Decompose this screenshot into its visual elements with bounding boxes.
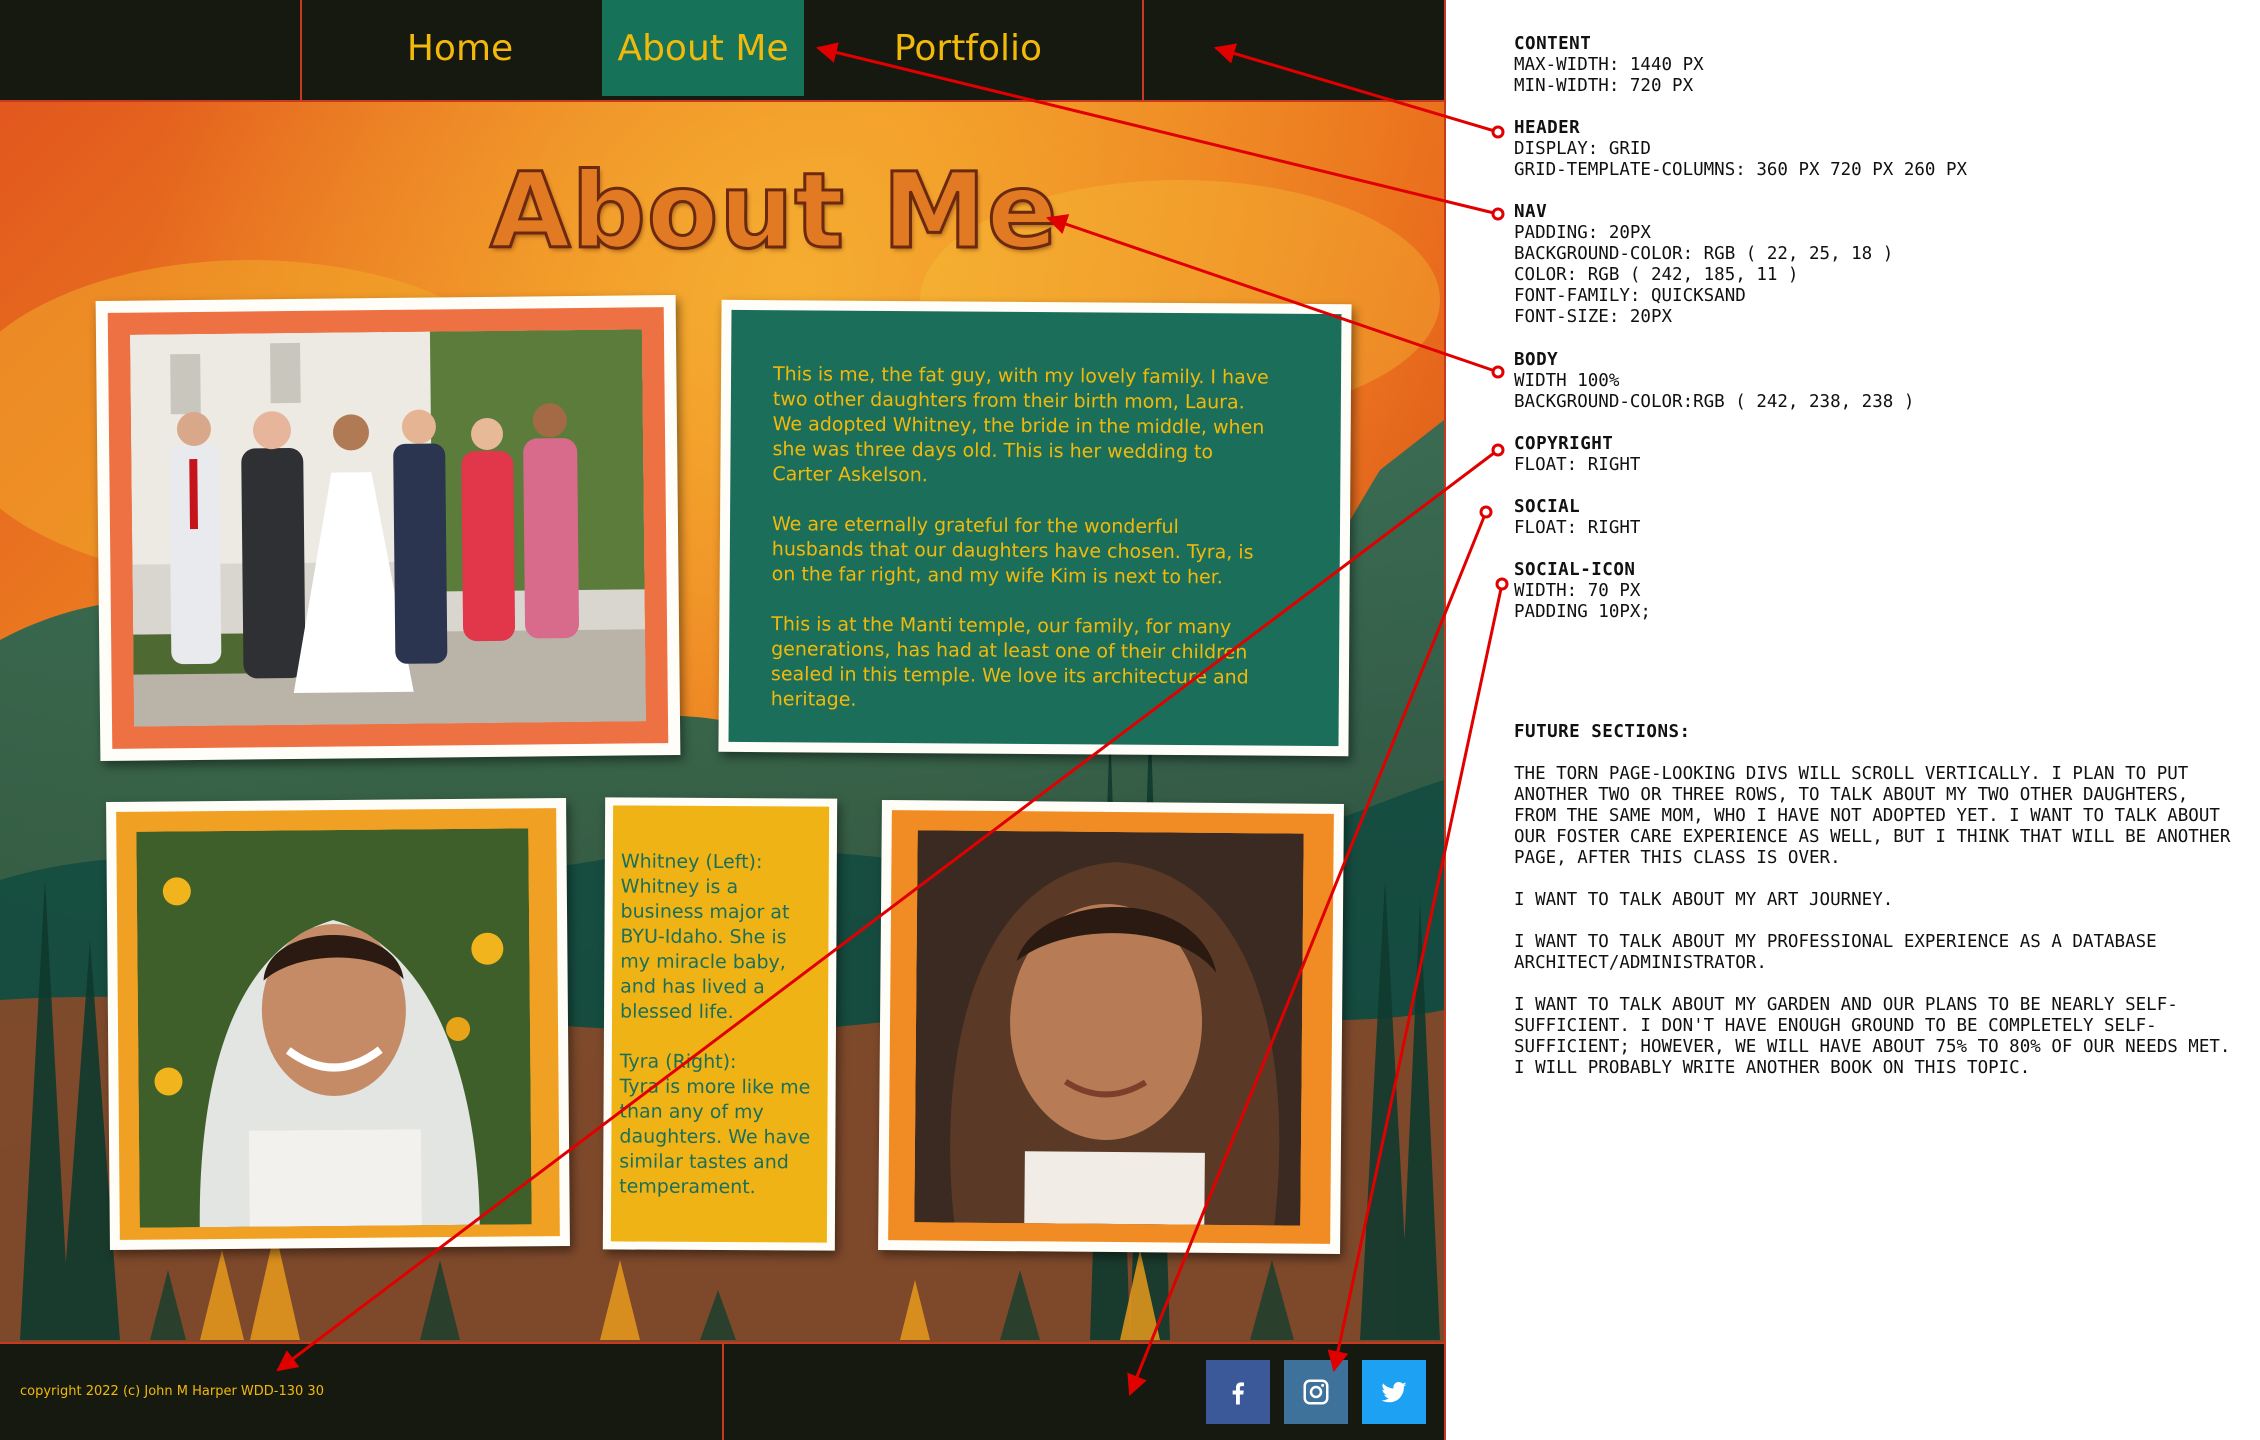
note-line: float: right [1514, 455, 1641, 475]
header-left-cell [0, 0, 302, 100]
about-paragraph-1: This is me, the fat guy, with my lovely … [772, 363, 1269, 487]
note-line: display: grid [1514, 139, 1651, 159]
note-body: Body width 100% background-color:rgb ( 2… [1514, 350, 1914, 413]
note-line: width: 70 px [1514, 581, 1641, 601]
whitney-heading: Whitney (Left): [620, 850, 763, 874]
whitney-description: Whitney is a business major at BYU-Idaho… [620, 875, 790, 1024]
whitney-photo [136, 828, 532, 1228]
site-mockup: Home About Me Portfolio About Me This is… [0, 0, 1446, 1440]
note-line: background-color: rgb ( 22, 25, 18 ) [1514, 244, 1894, 264]
note-body-title: Body [1514, 350, 1559, 370]
future-paragraph-2: I want to talk about my art journey. [1514, 890, 1894, 910]
note-line: background-color:rgb ( 242, 238, 238 ) [1514, 392, 1915, 412]
note-copyright: Copyright float: right [1514, 434, 1640, 476]
tyra-photo [914, 830, 1304, 1226]
twitter-icon[interactable] [1362, 1360, 1426, 1424]
facebook-icon[interactable] [1206, 1360, 1270, 1424]
daughters-text-card: Whitney (Left): Whitney is a business ma… [602, 797, 838, 1251]
note-social-icon: Social-icon width: 70 px padding 10px; [1514, 560, 1651, 623]
nav-home[interactable]: Home [360, 0, 560, 96]
note-header-title: Header [1514, 118, 1581, 138]
note-social-icon-title: Social-icon [1514, 560, 1636, 580]
arrow-dot [1495, 577, 1509, 591]
note-line: font-size: 20px [1514, 307, 1673, 327]
note-line: color: rgb ( 242, 185, 11 ) [1514, 265, 1799, 285]
nav-about-me[interactable]: About Me [602, 0, 804, 96]
about-text-card: This is me, the fat guy, with my lovely … [718, 299, 1352, 757]
note-line: padding 10px; [1514, 602, 1651, 622]
note-content: Content max-width: 1440 px min-width: 72… [1514, 34, 1704, 97]
note-nav-title: Nav [1514, 202, 1548, 222]
copyright: copyright 2022 (c) John M Harper WDD-130… [20, 1384, 324, 1399]
about-paragraph-2: We are eternally grateful for the wonder… [771, 513, 1254, 589]
daughters-text: Whitney (Left): Whitney is a business ma… [619, 849, 821, 1200]
instagram-icon[interactable] [1284, 1360, 1348, 1424]
future-paragraph-1: The torn page-looking divs will scroll v… [1514, 764, 2231, 868]
note-line: width 100% [1514, 371, 1620, 391]
family-photo [129, 329, 647, 727]
note-social-title: Social [1514, 497, 1581, 517]
tyra-description: Tyra is more like me than any of my daug… [619, 1075, 811, 1199]
future-title: Future Sections: [1514, 722, 1691, 742]
note-line: float: right [1514, 518, 1641, 538]
about-text: This is me, the fat guy, with my lovely … [771, 362, 1274, 740]
site-header: Home About Me Portfolio [0, 0, 1444, 102]
tyra-photo-card [878, 799, 1344, 1255]
about-paragraph-3: This is at the Manti temple, our family,… [770, 613, 1249, 711]
note-line: grid-template-columns: 360 px 720 px 260… [1514, 160, 1968, 180]
nav-portfolio[interactable]: Portfolio [868, 0, 1068, 96]
future-paragraph-4: I want to talk about my garden and our p… [1514, 995, 2231, 1078]
whitney-photo-card [106, 798, 570, 1250]
tyra-heading: Tyra (Right): [619, 1050, 737, 1074]
future-paragraph-3: I want to talk about my professional exp… [1514, 932, 2157, 973]
note-content-title: Content [1514, 34, 1592, 54]
arrow-dot [1491, 125, 1505, 139]
note-line: min-width: 720 px [1514, 76, 1694, 96]
note-line: font-family: quicksand [1514, 286, 1746, 306]
page-title: About Me [488, 149, 1059, 274]
note-line: padding: 20px [1514, 223, 1651, 243]
note-social: Social float: right [1514, 497, 1640, 539]
note-line: max-width: 1440 px [1514, 55, 1704, 75]
arrow-dot [1491, 207, 1505, 221]
arrow-dot [1479, 505, 1493, 519]
site-footer: copyright 2022 (c) John M Harper WDD-130… [0, 1342, 1444, 1440]
arrow-dot [1491, 365, 1505, 379]
arrow-dot [1491, 443, 1505, 457]
note-copyright-title: Copyright [1514, 434, 1614, 454]
future-sections-notes: Future Sections: The torn page-looking d… [1514, 722, 2234, 1100]
note-header: Header display: grid grid-template-colum… [1514, 118, 1967, 181]
family-photo-card [95, 294, 681, 762]
note-nav: Nav padding: 20px background-color: rgb … [1514, 202, 1893, 328]
